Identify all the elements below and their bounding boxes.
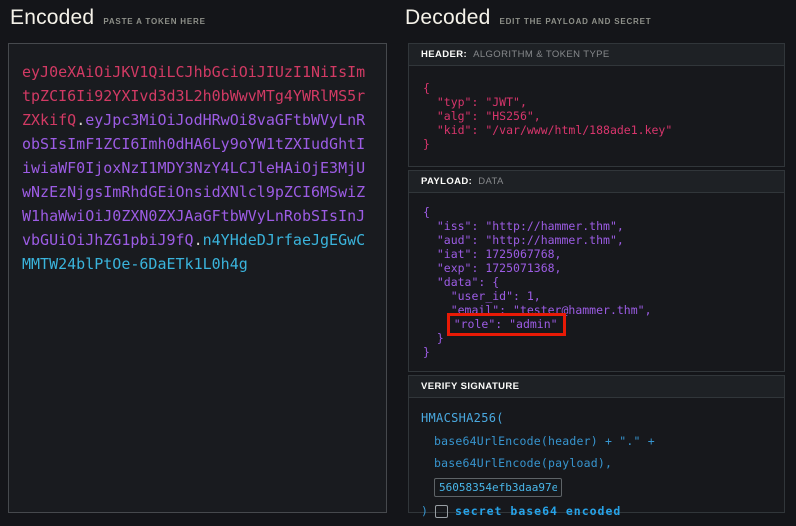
closing-paren: ) bbox=[421, 504, 428, 518]
secret-base64-label: secret base64 encoded bbox=[455, 504, 621, 518]
token-payload-segment: eyJpc3MiOiJodHRwOi8vaGFtbWVyLnRobSIsImF1… bbox=[22, 111, 365, 249]
verify-signature-section: VERIFY SIGNATURE HMACSHA256( base64UrlEn… bbox=[408, 375, 785, 513]
decoded-title: Decoded bbox=[405, 6, 490, 30]
payload-section-sublabel: DATA bbox=[478, 176, 504, 187]
header-section-label: HEADER: bbox=[421, 49, 467, 60]
payload-section-label: PAYLOAD: bbox=[421, 176, 472, 187]
verify-final-row: ) secret base64 encoded bbox=[421, 504, 772, 518]
verify-section-label: VERIFY SIGNATURE bbox=[421, 381, 519, 392]
verify-signature-content: HMACSHA256( base64UrlEncode(header) + ".… bbox=[409, 398, 784, 518]
encoded-title: Encoded bbox=[10, 6, 94, 30]
jwt-token[interactable]: eyJ0eXAiOiJKV1QiLCJhbGciOiJIUzI1NiIsImtp… bbox=[9, 44, 386, 292]
encoded-panel-title: Encoded PASTE A TOKEN HERE bbox=[10, 6, 206, 30]
secret-base64-checkbox[interactable] bbox=[435, 505, 448, 518]
encoded-subtitle: PASTE A TOKEN HERE bbox=[103, 17, 205, 26]
role-admin-highlight: "role": "admin" bbox=[447, 313, 566, 336]
header-json-editor[interactable]: { "typ": "JWT", "alg": "HS256", "kid": "… bbox=[409, 66, 784, 166]
verify-section-bar: VERIFY SIGNATURE bbox=[409, 376, 784, 398]
encode-payload-line: base64UrlEncode(payload), bbox=[434, 456, 772, 470]
payload-json-editor[interactable]: { "iss": "http://hammer.thm", "aud": "ht… bbox=[409, 193, 784, 371]
token-separator-1: . bbox=[76, 111, 85, 129]
encode-header-line: base64UrlEncode(header) + "." + bbox=[434, 434, 772, 448]
secret-input[interactable] bbox=[434, 478, 562, 497]
decoded-subtitle: EDIT THE PAYLOAD AND SECRET bbox=[499, 17, 651, 26]
token-separator-2: . bbox=[194, 231, 203, 249]
hmac-function-line: HMACSHA256( bbox=[421, 411, 772, 425]
payload-section: PAYLOAD: DATA { "iss": "http://hammer.th… bbox=[408, 170, 785, 372]
header-section: HEADER: ALGORITHM & TOKEN TYPE { "typ": … bbox=[408, 43, 785, 167]
decoded-panel-title: Decoded EDIT THE PAYLOAD AND SECRET bbox=[405, 6, 651, 30]
token-editor[interactable]: eyJ0eXAiOiJKV1QiLCJhbGciOiJIUzI1NiIsImtp… bbox=[8, 43, 387, 513]
header-section-bar: HEADER: ALGORITHM & TOKEN TYPE bbox=[409, 44, 784, 66]
header-section-sublabel: ALGORITHM & TOKEN TYPE bbox=[473, 49, 610, 60]
payload-section-bar: PAYLOAD: DATA bbox=[409, 171, 784, 193]
payload-json-after: } } bbox=[423, 331, 444, 359]
